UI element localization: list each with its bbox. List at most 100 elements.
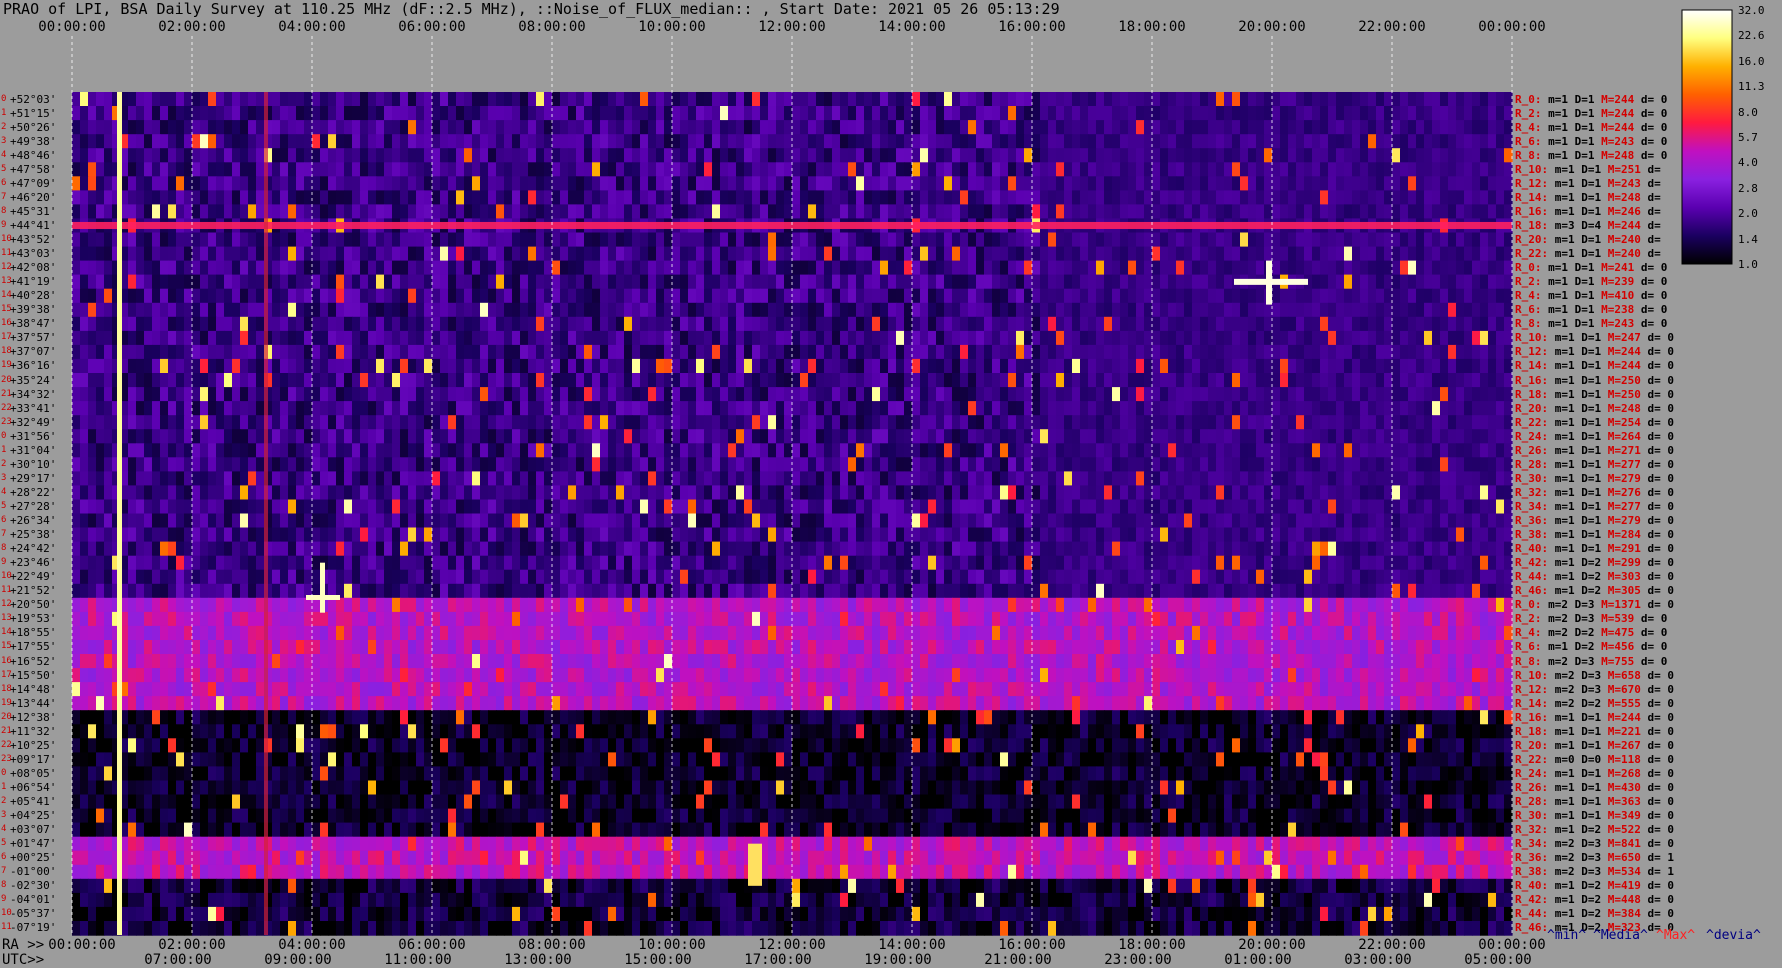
stat-M: M=650 (1607, 851, 1648, 865)
stat-row: R_42: m=1 D=2 M=448 d= 0 (1515, 894, 1674, 905)
stat-d: D=2 (1581, 696, 1608, 710)
declination-label: +10°25' (10, 738, 57, 752)
stat-M: M=250 (1607, 373, 1648, 387)
stat-r: R_16: (1515, 373, 1555, 387)
stat-dd: d= 0 (1647, 795, 1675, 809)
stat-d: D=1 (1581, 499, 1608, 513)
stat-M: M=244 (1607, 359, 1648, 373)
stat-M: M=448 (1607, 893, 1648, 907)
stat-dd: d= 0 (1640, 120, 1668, 134)
row-index-label: 9 (1, 219, 7, 230)
stat-d: D=1 (1581, 387, 1608, 401)
colorbar-tick-label: 8.0 (1738, 105, 1758, 119)
declination-label: +40°28' (10, 289, 57, 303)
stat-r: R_46: (1515, 584, 1555, 598)
stat-dd: d= 0 (1647, 514, 1675, 528)
utc-axis-tick: 11:00:00 (384, 952, 452, 968)
stat-m: m=2 (1554, 682, 1582, 696)
stat-M: M=248 (1607, 401, 1648, 415)
stat-m: m=1 (1548, 134, 1575, 148)
stat-M: M=279 (1607, 471, 1648, 485)
stat-r: R_22: (1515, 752, 1555, 766)
declination-label: +49°38' (10, 134, 57, 148)
stat-M: M=264 (1607, 429, 1648, 443)
stat-row: R_16: m=1 D=1 M=250 d= 0 (1515, 375, 1674, 386)
stat-row: R_44: m=1 D=2 M=303 d= 0 (1515, 571, 1674, 582)
stat-m: m=1 (1554, 710, 1582, 724)
stat-row: R_8: m=1 D=1 M=243 d= 0 (1515, 318, 1667, 329)
stat-m: m=1 (1548, 303, 1575, 317)
stat-M: M=430 (1607, 780, 1648, 794)
declination-label: +09°17' (10, 752, 57, 766)
row-index-label: 0 (1, 93, 7, 104)
declination-label: +31°56' (10, 429, 57, 443)
stat-r: R_22: (1515, 415, 1555, 429)
stat-M: M=1371 (1601, 598, 1648, 612)
stat-dd: d= 0 (1647, 598, 1674, 612)
stat-m: m=2 (1548, 654, 1575, 668)
stat-r: R_10: (1515, 668, 1555, 682)
stat-dd: d= 0 (1647, 401, 1675, 415)
stat-M: M=755 (1601, 654, 1641, 668)
ra-axis-tick: 10:00:00 (638, 937, 706, 953)
stat-m: m=2 (1554, 851, 1582, 865)
stat-r: R_12: (1515, 345, 1555, 359)
stat-row: R_32: m=1 D=1 M=276 d= 0 (1515, 487, 1674, 498)
declination-label: +36°16' (10, 359, 57, 373)
stat-r: R_16: (1515, 710, 1555, 724)
stat-r: R_4: (1515, 120, 1549, 134)
stats-legend-media: ^Media^ (1593, 928, 1648, 943)
stat-r: R_36: (1515, 514, 1555, 528)
stat-row: R_24: m=1 D=1 M=268 d= 0 (1515, 768, 1674, 779)
colorbar-tick-label: 1.4 (1738, 232, 1758, 246)
stat-m: m=1 (1548, 148, 1575, 162)
stat-m: m=3 (1554, 218, 1582, 232)
stat-M: M=456 (1601, 640, 1641, 654)
stat-r: R_20: (1515, 401, 1555, 415)
stat-r: R_36: (1515, 851, 1555, 865)
stat-r: R_12: (1515, 682, 1555, 696)
declination-label: +44°41' (10, 218, 57, 232)
stat-m: m=1 (1548, 317, 1575, 331)
declination-label: +19°53' (10, 612, 57, 626)
stat-d: D=1 (1574, 289, 1602, 303)
declination-label: +16°52' (10, 654, 57, 668)
stat-r: R_4: (1515, 626, 1549, 640)
top-axis-tick: 06:00:00 (398, 19, 466, 35)
stat-M: M=118 (1607, 752, 1648, 766)
stat-row: R_16: m=1 D=1 M=246 d= (1515, 206, 1661, 217)
stat-dd: d= 0 (1647, 696, 1675, 710)
stat-d: D=1 (1581, 542, 1608, 556)
stat-dd: d= 0 (1647, 556, 1675, 570)
stat-dd: d= 0 (1647, 668, 1675, 682)
stat-M: M=475 (1601, 626, 1641, 640)
declination-label: +00°25' (10, 851, 57, 865)
stat-M: M=841 (1607, 837, 1648, 851)
stat-d: D=1 (1581, 415, 1608, 429)
stat-dd: d= 0 (1640, 92, 1668, 106)
stat-m: m=1 (1554, 584, 1582, 598)
stat-row: R_2: m=1 D=1 M=239 d= 0 (1515, 276, 1667, 287)
stat-row: R_22: m=0 D=0 M=118 d= 0 (1515, 754, 1674, 765)
stat-M: M=670 (1607, 682, 1648, 696)
stat-d: D=1 (1581, 514, 1608, 528)
declination-label: +47°58' (10, 162, 57, 176)
stat-dd: d= 0 (1647, 457, 1675, 471)
stat-r: R_38: (1515, 528, 1555, 542)
declination-label: +17°55' (10, 640, 57, 654)
declination-label: +47°09' (10, 176, 57, 190)
stat-row: R_4: m=2 D=2 M=475 d= 0 (1515, 627, 1667, 638)
stat-M: M=251 (1607, 162, 1648, 176)
stat-r: R_18: (1515, 218, 1555, 232)
stat-row: R_34: m=1 D=1 M=277 d= 0 (1515, 501, 1674, 512)
stat-M: M=241 (1601, 261, 1641, 275)
stat-row: R_0: m=1 D=1 M=241 d= 0 (1515, 262, 1667, 273)
stat-M: M=305 (1607, 584, 1648, 598)
stat-d: D=0 (1581, 752, 1608, 766)
stat-m: m=1 (1554, 514, 1582, 528)
colorbar-tick-label: 22.6 (1738, 29, 1765, 43)
stat-row: R_16: m=1 D=1 M=244 d= 0 (1515, 712, 1674, 723)
stat-dd: d= 0 (1647, 682, 1675, 696)
stat-m: m=1 (1548, 275, 1575, 289)
stat-r: R_30: (1515, 471, 1555, 485)
